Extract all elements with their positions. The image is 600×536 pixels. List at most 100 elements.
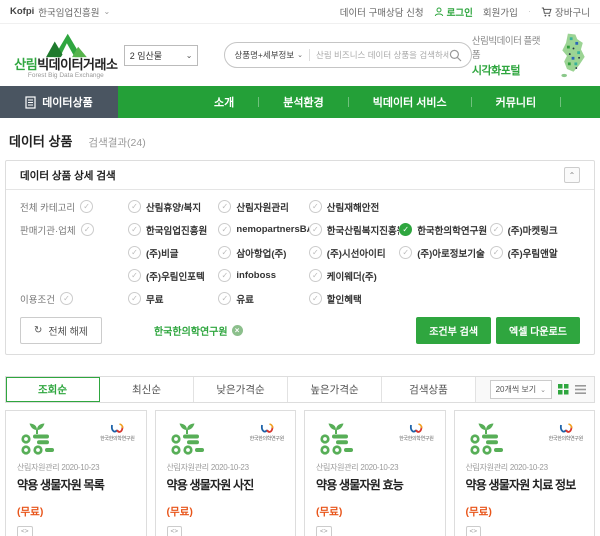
seller-checkbox[interactable]: (주)시선아이티 xyxy=(309,241,399,264)
product-price: (무료) xyxy=(17,504,135,519)
seller-checkbox[interactable]: nemopartnersBA xyxy=(218,218,308,241)
checkbox-icon[interactable] xyxy=(81,223,94,236)
product-date: 2020-10-23 xyxy=(61,463,99,472)
data-format-icon: <> xyxy=(17,526,33,536)
checkbox-icon[interactable] xyxy=(80,200,93,213)
condition-checkbox[interactable]: 유료 xyxy=(218,287,308,310)
product-card[interactable]: 한국한의학연구원 산림자원관리 2020-10-23 약용 생물자원 치료 정보… xyxy=(454,410,596,536)
product-meta: 산림자원관리 2020-10-23 xyxy=(466,462,584,473)
nav-item-analysis[interactable]: 분석환경 xyxy=(259,94,347,110)
nav-items: 소개 분석환경 빅데이터 서비스 커뮤니티 xyxy=(190,86,561,118)
sort-tab-newest[interactable]: 최신순 xyxy=(100,377,194,402)
seller-checkbox[interactable]: (주)비글 xyxy=(128,241,218,264)
product-category: 산림자원관리 xyxy=(316,463,358,472)
product-title: 약용 생물자원 목록 xyxy=(17,476,135,493)
product-price: (무료) xyxy=(316,504,434,519)
checkbox-icon xyxy=(309,292,322,305)
condition-label: 할인혜택 xyxy=(327,292,362,306)
separator-dot: · xyxy=(528,6,531,17)
filter-collapse-button[interactable]: ⌃ xyxy=(564,167,580,183)
list-view-icon[interactable] xyxy=(575,384,586,395)
nav-item-intro[interactable]: 소개 xyxy=(190,94,258,110)
nav-data-product-label: 데이터상품 xyxy=(42,94,93,110)
cart-link[interactable]: 장바구니 xyxy=(541,5,590,19)
product-meta: 산림자원관리 2020-10-23 xyxy=(316,462,434,473)
seller-checkbox[interactable]: (주)우림앤알 xyxy=(490,241,580,264)
consult-link[interactable]: 데이터 구매상담 신청 xyxy=(340,5,424,19)
seller-checkbox[interactable]: (주)아로정보기술 xyxy=(399,241,489,264)
sort-tab-price-high[interactable]: 높은가격순 xyxy=(288,377,382,402)
sort-tab-price-low[interactable]: 낮은가격순 xyxy=(194,377,288,402)
conditional-search-button[interactable]: 조건부 검색 xyxy=(416,317,491,344)
category-select[interactable]: 2 임산물 ⌄ xyxy=(124,45,199,66)
seller-checkbox[interactable]: (주)우림인포텍 xyxy=(128,264,218,287)
checkbox-icon xyxy=(128,200,141,213)
seller-checkbox-checked[interactable]: 한국한의학연구원 xyxy=(399,218,489,241)
kofpi-brand-link[interactable]: Kofpi 한국임업진흥원 ⌄ xyxy=(10,5,110,19)
checkbox-icon xyxy=(218,223,231,236)
site-logo[interactable]: 산림빅데이터거래소 Forest Big Data Exchange xyxy=(8,32,124,79)
seller-checkbox[interactable]: 케이웨더(주) xyxy=(309,264,399,287)
seller-checkbox[interactable]: 삼아항업(주) xyxy=(218,241,308,264)
logo-title-dark: 빅데이터거래소 xyxy=(37,57,117,72)
product-date: 2020-10-23 xyxy=(360,463,398,472)
category-checkbox[interactable]: 산림휴양/복지 xyxy=(128,195,218,218)
sort-tab-views[interactable]: 조회순 xyxy=(6,377,100,402)
data-format-icon: <> xyxy=(466,526,482,536)
kiom-mark-icon xyxy=(408,423,424,435)
result-count: 검색결과(24) xyxy=(88,135,145,150)
checkbox-icon xyxy=(399,246,412,259)
nav-item-bigdata-service[interactable]: 빅데이터 서비스 xyxy=(349,94,471,110)
nav-data-product[interactable]: 데이터상품 xyxy=(0,86,118,118)
checkbox-icon xyxy=(309,200,322,213)
sort-bar: 조회순 최신순 낮은가격순 높은가격순 검색상품 20개씩 보기 ⌄ xyxy=(5,376,595,403)
product-card[interactable]: 한국한의학연구원 산림자원관리 2020-10-23 약용 생물자원 효능 (무… xyxy=(304,410,446,536)
visualization-portal-link[interactable]: 산림빅데이터 플랫폼 시각화포털 xyxy=(472,33,547,78)
per-page-select[interactable]: 20개씩 보기 ⌄ xyxy=(490,380,552,399)
seller-checkbox[interactable]: 한국산림복지진흥원 xyxy=(309,218,399,241)
kiom-mark-icon xyxy=(558,423,574,435)
sort-tab-searched[interactable]: 검색상품 xyxy=(382,377,476,402)
logo-title: 산림빅데이터거래소 xyxy=(14,58,117,71)
medicinal-plant-icon xyxy=(466,421,506,455)
product-date: 2020-10-23 xyxy=(211,463,249,472)
search-icon[interactable] xyxy=(449,49,462,62)
search-scope-value: 상품명+세부정보 xyxy=(234,49,294,61)
detail-search-body: 전체 카테고리 산림휴양/복지 산림자원관리 산림재해안전 판매기관·업체 한국… xyxy=(6,190,594,354)
main-nav: 데이터상품 소개 분석환경 빅데이터 서비스 커뮤니티 xyxy=(0,86,600,118)
excel-download-button[interactable]: 엑셀 다운로드 xyxy=(496,317,580,344)
category-checkbox[interactable]: 산림재해안전 xyxy=(309,195,399,218)
login-link[interactable]: 로그인 xyxy=(434,5,473,19)
seller-checkbox[interactable]: (주)마켓링크 xyxy=(490,218,580,241)
condition-row-label-text: 이용조건 xyxy=(20,292,55,306)
kiom-logo: 한국한의학연구원 xyxy=(250,423,284,442)
kiom-logo-text: 한국한의학연구원 xyxy=(100,435,134,442)
product-meta: 산림자원관리 2020-10-23 xyxy=(17,462,135,473)
document-icon xyxy=(25,96,36,109)
remove-tag-icon[interactable]: × xyxy=(232,325,243,336)
search-input[interactable] xyxy=(316,50,449,60)
condition-checkbox[interactable]: 할인혜택 xyxy=(309,287,399,310)
product-card[interactable]: 한국한의학연구원 산림자원관리 2020-10-23 약용 생물자원 사진 (무… xyxy=(155,410,297,536)
search-scope-select[interactable]: 상품명+세부정보 ⌄ xyxy=(234,49,310,61)
kiom-logo-text: 한국한의학연구원 xyxy=(549,435,583,442)
clear-all-button[interactable]: ↻ 전체 해제 xyxy=(20,317,102,344)
signup-link[interactable]: 회원가입 xyxy=(483,5,518,19)
kiom-logo: 한국한의학연구원 xyxy=(399,423,433,442)
seller-checkbox[interactable]: 한국임업진흥원 xyxy=(128,218,218,241)
product-date: 2020-10-23 xyxy=(510,463,548,472)
login-label: 로그인 xyxy=(447,5,473,19)
cart-label: 장바구니 xyxy=(555,5,590,19)
seller-label: (주)우림앤알 xyxy=(508,246,558,260)
nav-item-community[interactable]: 커뮤니티 xyxy=(472,94,560,110)
checkbox-icon xyxy=(309,246,322,259)
checkbox-icon[interactable] xyxy=(60,292,73,305)
product-card[interactable]: 한국한의학연구원 산림자원관리 2020-10-23 약용 생물자원 목록 (무… xyxy=(5,410,147,536)
seller-checkbox[interactable]: infoboss xyxy=(218,264,308,287)
category-label: 산림재해안전 xyxy=(327,200,379,214)
seller-label: (주)마켓링크 xyxy=(508,223,558,237)
grid-view-icon[interactable] xyxy=(558,384,569,395)
condition-checkbox[interactable]: 무료 xyxy=(128,287,218,310)
medicinal-plant-icon xyxy=(17,421,57,455)
category-checkbox[interactable]: 산림자원관리 xyxy=(218,195,308,218)
